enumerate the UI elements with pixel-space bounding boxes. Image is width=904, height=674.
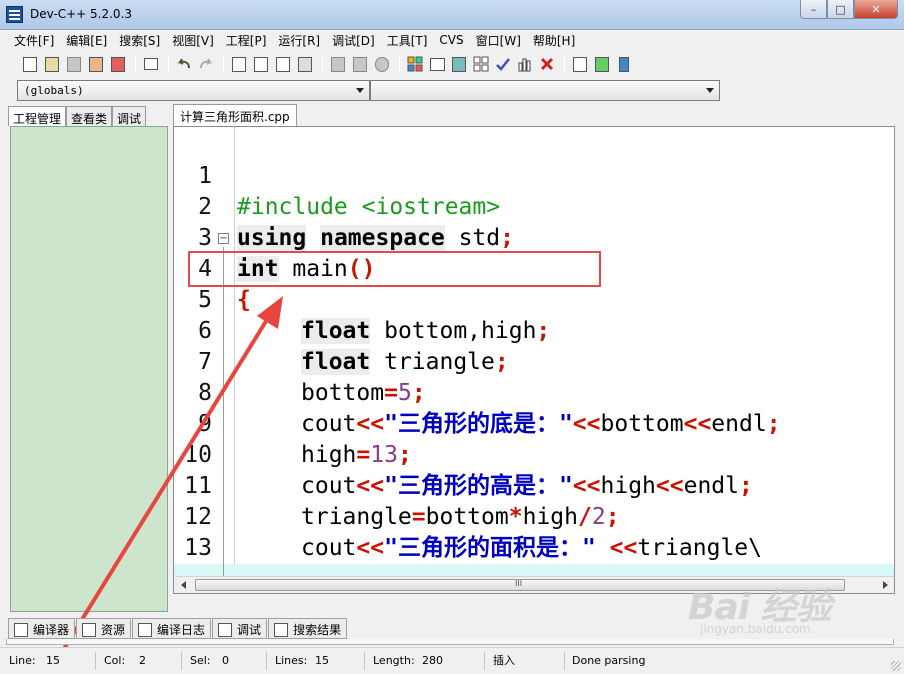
baidu-jingyan-watermark: Bai 经验 jingyan.baidu.com <box>688 578 832 636</box>
status-lines-label: Lines: <box>275 654 308 667</box>
status-line-label: Line: <box>9 654 36 667</box>
annotation-arrow <box>60 296 283 654</box>
status-message: Done parsing <box>572 654 646 667</box>
tab-resources[interactable]: 资源 <box>76 618 132 639</box>
tab-search-results[interactable]: 搜索结果 <box>268 618 348 639</box>
tab-compile-log[interactable]: 编译日志 <box>132 618 212 639</box>
resize-grip-icon[interactable] <box>891 661 901 671</box>
tab-compiler[interactable]: 编译器 <box>8 618 76 639</box>
bottom-panel-tabs: 编译器 资源 编译日志 调试 搜索结果 <box>8 618 348 639</box>
status-sel-value: 0 <box>222 654 229 667</box>
status-line-value: 15 <box>46 654 60 667</box>
chart-icon <box>138 622 153 637</box>
watermark-url: jingyan.baidu.com <box>700 622 811 636</box>
status-length-label: Length: <box>373 654 415 667</box>
status-col-label: Col: <box>104 654 126 667</box>
status-insert-mode: 插入 <box>493 654 515 667</box>
tab-label: 编译器 <box>33 623 70 637</box>
compiler-icon <box>14 622 28 637</box>
status-col-value: 2 <box>139 654 146 667</box>
tab-label: 调试 <box>237 623 262 637</box>
status-sel-label: Sel: <box>190 654 211 667</box>
status-length-value: 280 <box>422 654 443 667</box>
tab-label: 资源 <box>101 623 126 637</box>
message-panel-edge <box>6 639 894 645</box>
tab-label: 编译日志 <box>157 623 206 637</box>
tab-debug-output[interactable]: 调试 <box>212 618 268 639</box>
search-icon <box>274 622 289 637</box>
status-lines-value: 15 <box>315 654 329 667</box>
resources-icon <box>82 622 97 637</box>
check-icon <box>218 622 233 637</box>
tab-label: 搜索结果 <box>293 623 342 637</box>
status-bar: Line: 15 Col: 2 Sel: 0 Lines: 15 Length:… <box>0 647 904 674</box>
